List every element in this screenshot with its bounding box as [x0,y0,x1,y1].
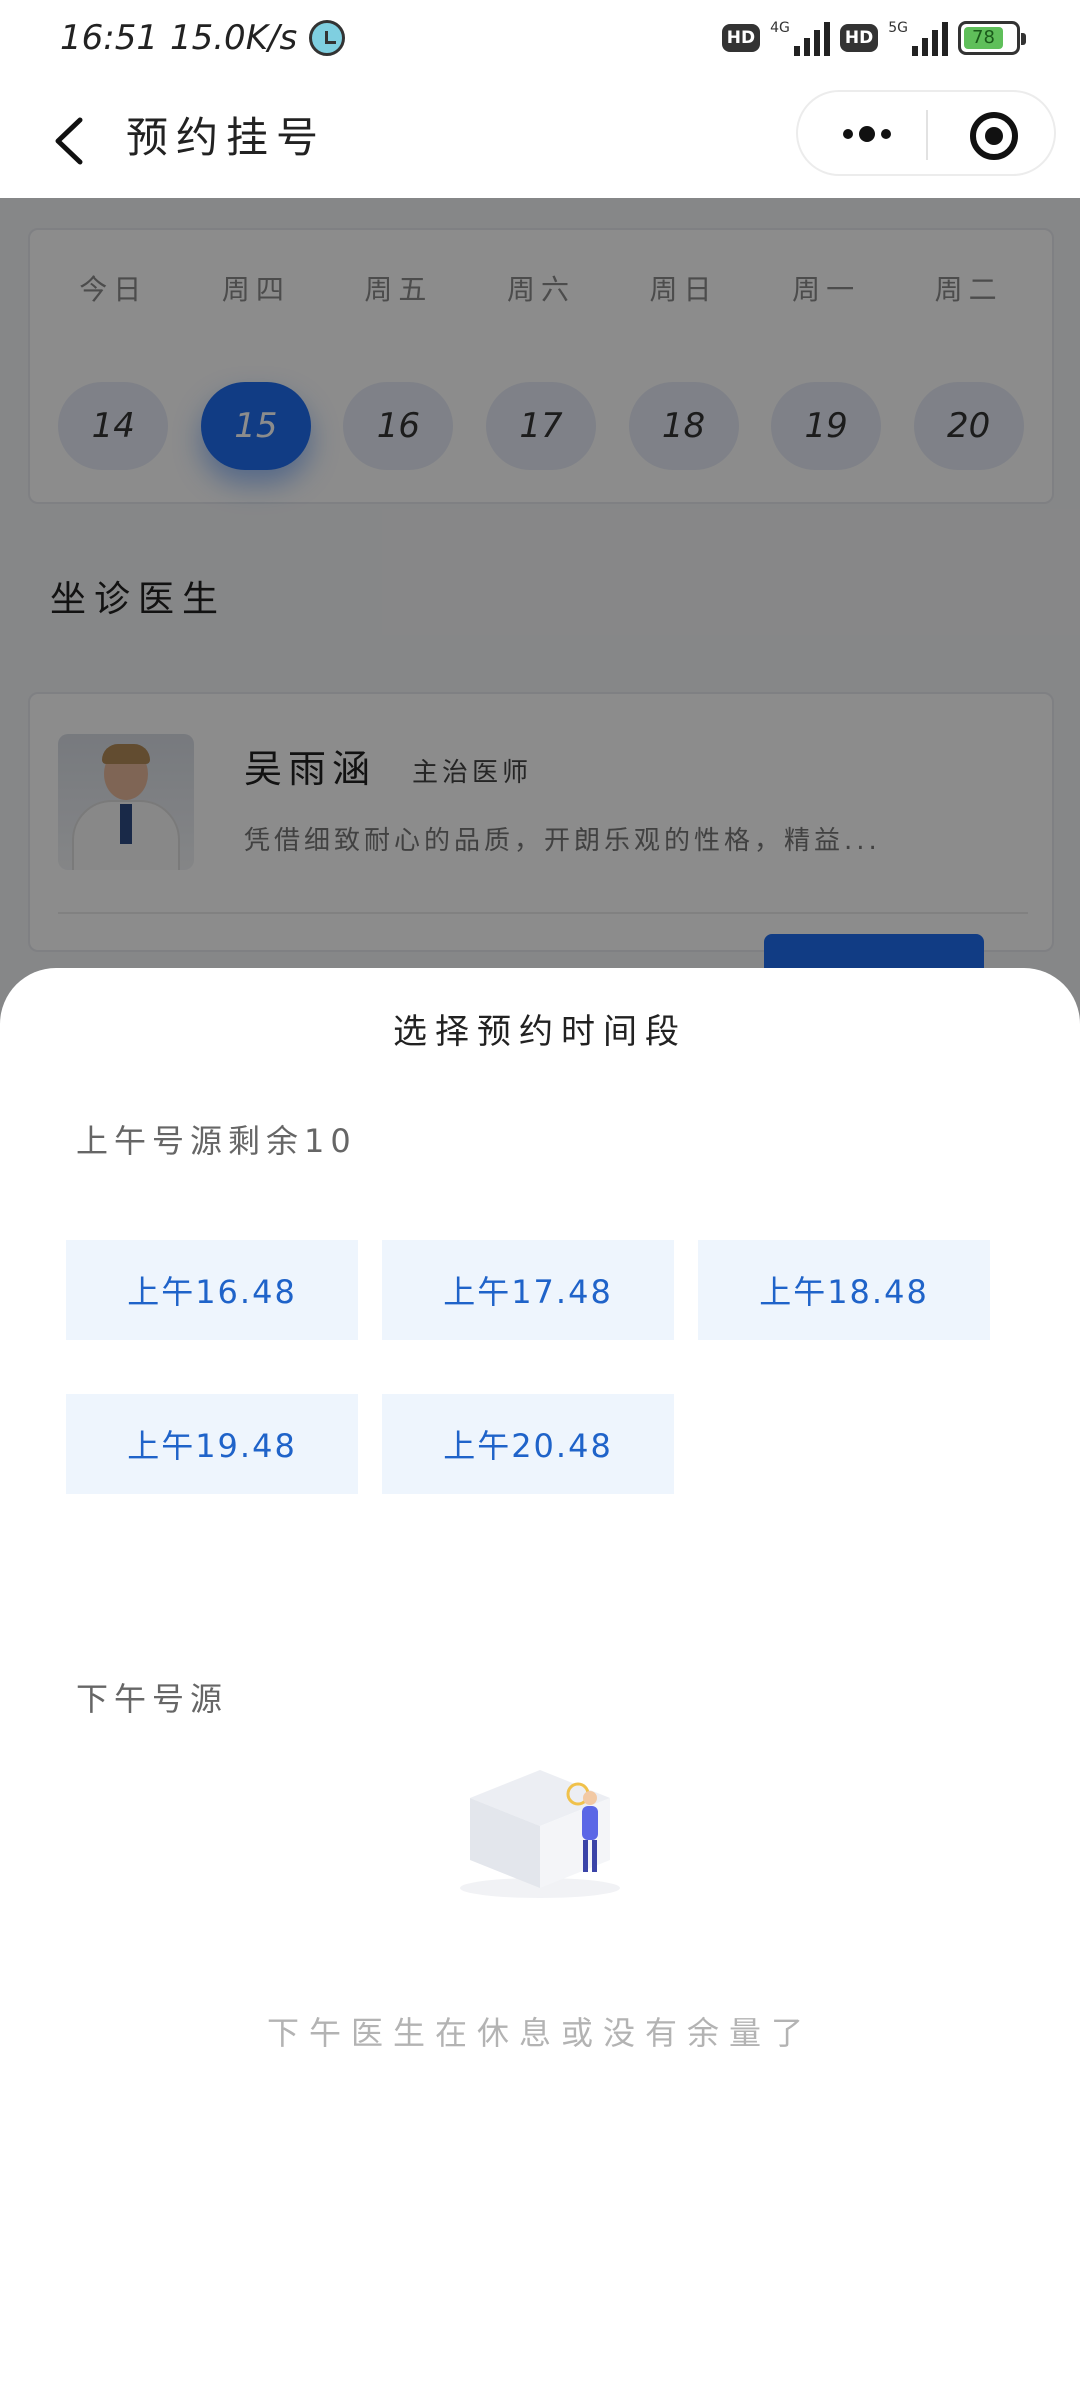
status-right: HD 4G HD 5G 78 [721,20,1026,56]
status-left: 16:51 15.0K/s [60,18,346,58]
signal-icon [912,20,948,56]
time-slot-sheet: 选择预约时间段 上午号源剩余10 上午16.48 上午17.48 上午18.48… [0,968,1080,2400]
nav-bar: 预约挂号 [0,84,1080,198]
pm-slots-header: 下午号源 [76,1680,229,1718]
back-arrow-icon[interactable] [48,114,92,168]
more-icon[interactable] [832,114,902,154]
time-slot-button[interactable]: 上午16.48 [66,1240,358,1340]
am-slots-header: 上午号源剩余10 [76,1122,357,1160]
network-type-label: 4G [770,20,790,36]
time-slot-button[interactable]: 上午19.48 [66,1394,358,1494]
time-slot-button[interactable]: 上午18.48 [698,1240,990,1340]
sheet-title: 选择预约时间段 [393,1012,687,1052]
capsule-divider [926,110,928,160]
empty-state-illustration [460,1770,620,1898]
mini-program-capsule [796,90,1056,176]
pm-empty-text: 下午医生在休息或没有余量了 [266,2014,813,2052]
hd-badge: HD [839,24,879,52]
battery-level: 78 [964,27,1003,49]
am-slot-grid: 上午16.48 上午17.48 上午18.48 上午19.48 上午20.48 [66,1240,1026,1494]
hd-badge: HD [721,24,761,52]
page-title: 预约挂号 [126,113,327,162]
status-bar: 16:51 15.0K/s HD 4G HD 5G 78 [0,0,1080,84]
status-time: 16:51 [60,18,158,58]
status-speed: 15.0K/s [169,18,298,58]
time-slot-button[interactable]: 上午17.48 [382,1240,674,1340]
close-target-icon[interactable] [970,112,1018,160]
signal-icon [793,20,830,56]
battery-icon: 78 [958,21,1026,55]
time-slot-button[interactable]: 上午20.48 [382,1394,674,1494]
network-type-label: 5G [888,20,908,36]
alarm-icon [309,20,346,56]
